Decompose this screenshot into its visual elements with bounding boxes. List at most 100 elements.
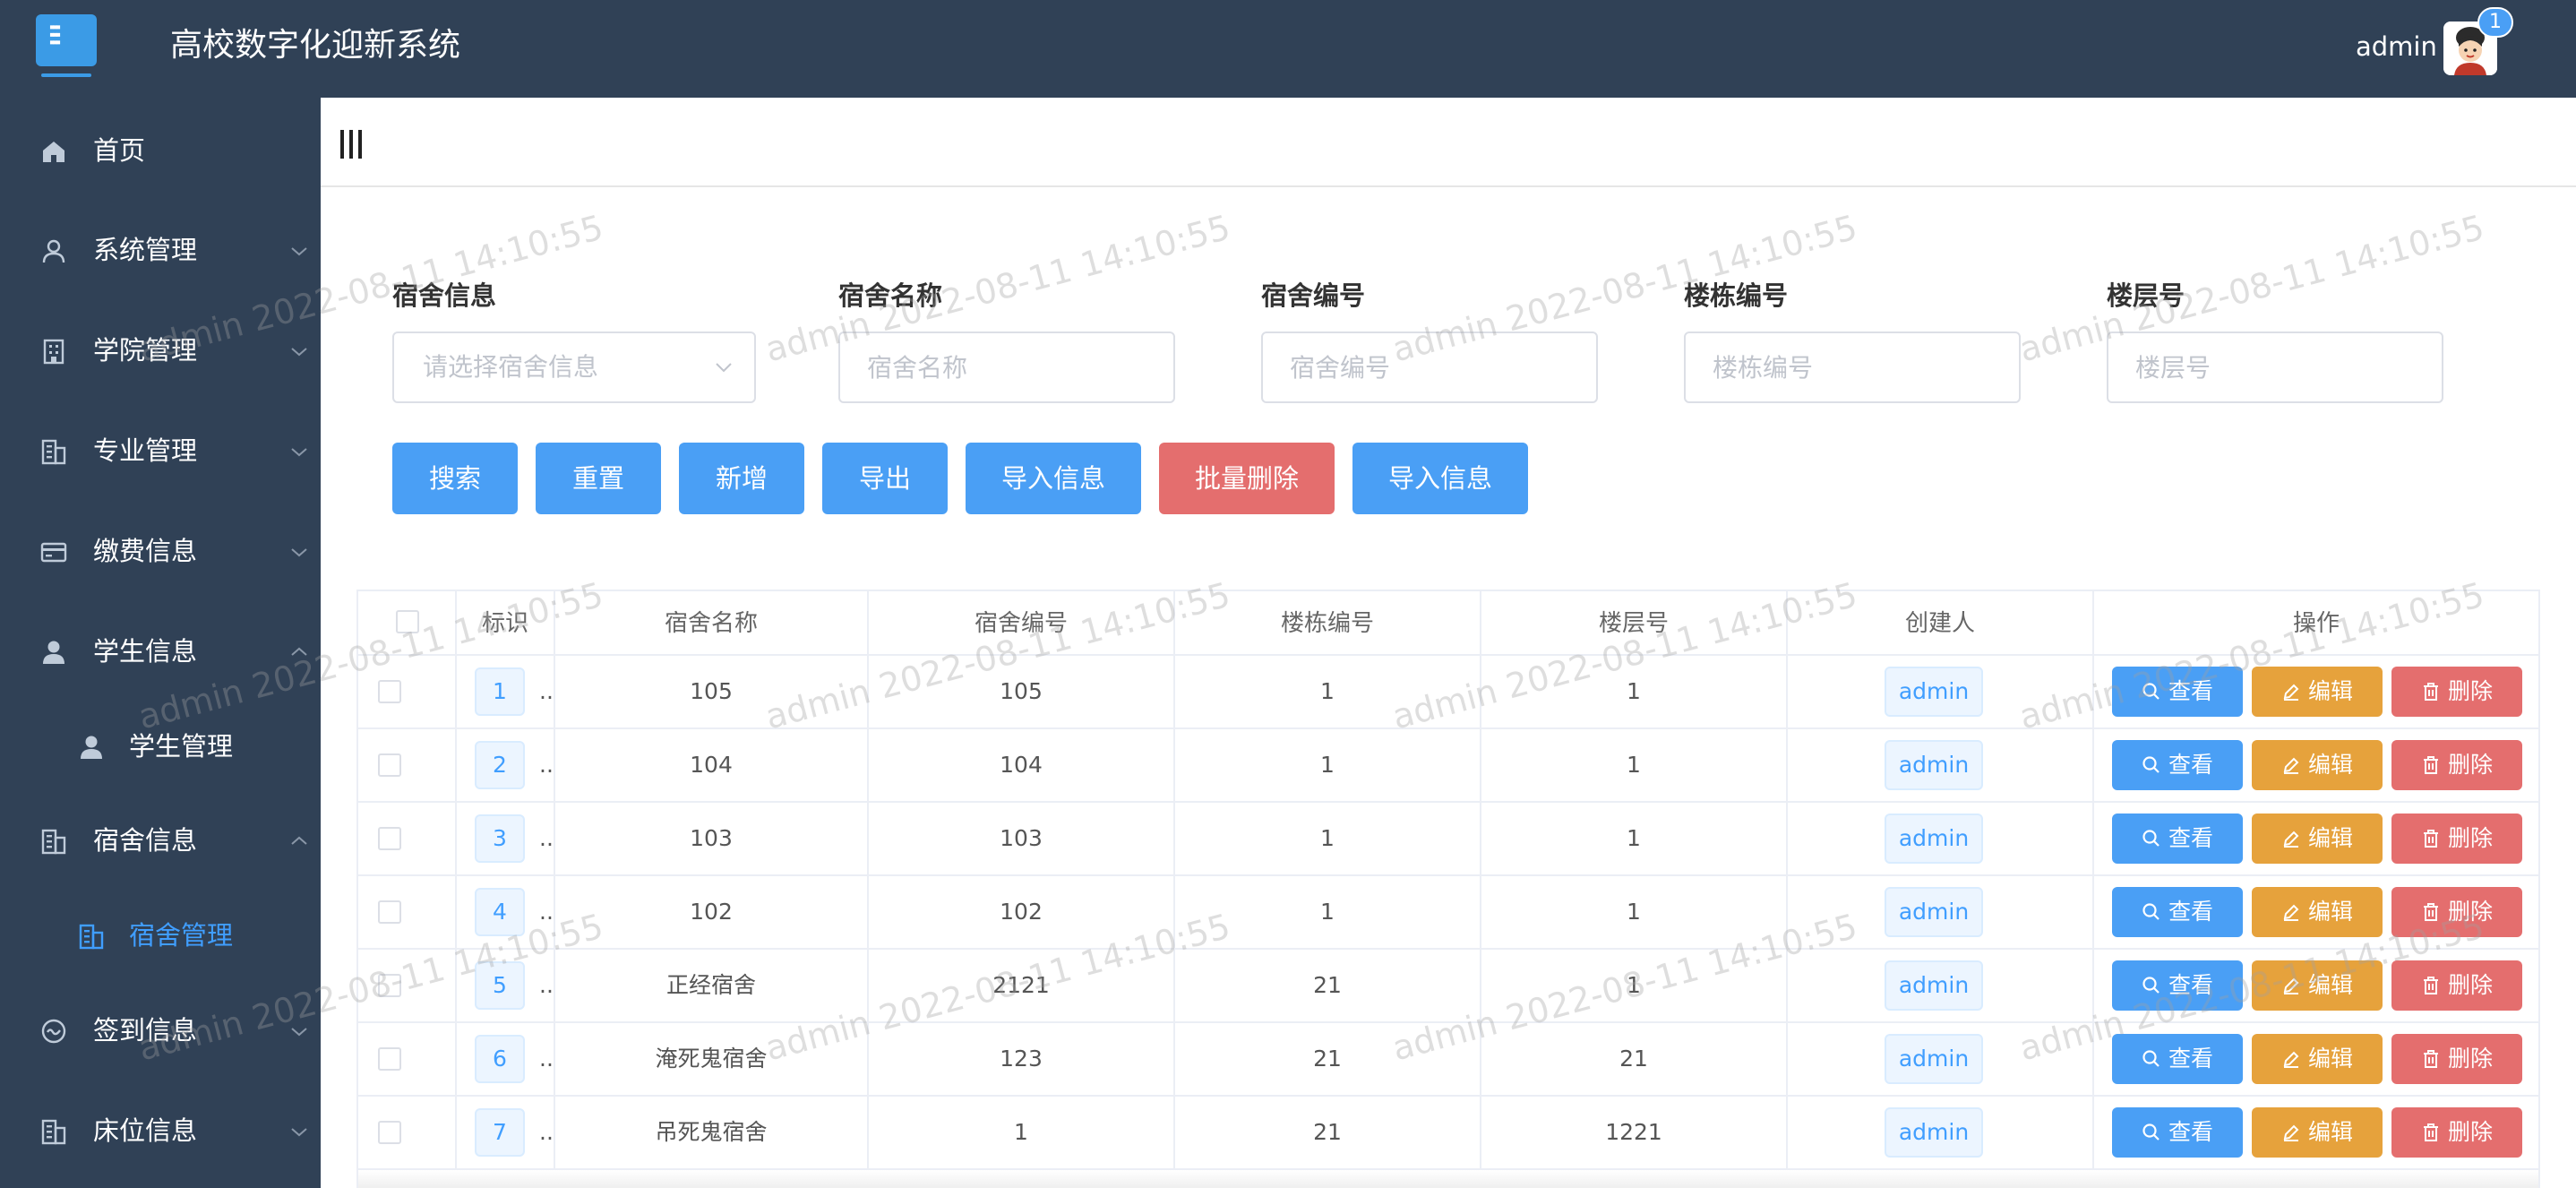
view-button[interactable]: 查看 [2112,1107,2243,1158]
building-no-cell: 21 [1175,1023,1481,1095]
edit-button[interactable]: 编辑 [2252,1034,2383,1084]
import-button[interactable]: 导入信息 [966,443,1141,514]
row-select-cell [358,803,457,874]
filter-label-dorm-info: 宿舍信息 [392,280,497,311]
actions-cell: 查看 编辑 删除 [2094,1097,2538,1168]
sidebar-item-college[interactable]: 学院管理 [0,305,321,394]
building-no-input[interactable] [1684,331,2021,403]
edit-icon [2283,977,2299,994]
dorm-name-cell: 吊死鬼宿舍 [555,1097,869,1168]
edit-button[interactable]: 编辑 [2252,1107,2383,1158]
row-checkbox[interactable] [378,1121,401,1144]
view-button[interactable]: 查看 [2112,814,2243,864]
select-all-checkbox[interactable] [396,610,419,633]
view-button[interactable]: 查看 [2112,667,2243,717]
edit-button[interactable]: 编辑 [2252,814,2383,864]
view-button[interactable]: 查看 [2112,740,2243,790]
floor-no-cell: 1 [1481,803,1788,874]
view-label: 查看 [2168,825,2213,851]
row-checkbox[interactable] [378,974,401,997]
edit-button[interactable]: 编辑 [2252,667,2383,717]
dorm-info-select[interactable]: 请选择宿舍信息 [392,331,756,403]
edit-button[interactable]: 编辑 [2252,887,2383,937]
edit-label: 编辑 [2307,752,2353,778]
edit-icon [2283,831,2299,848]
reset-button[interactable]: 重置 [536,443,661,514]
creator-tag: admin [1885,1034,1983,1084]
delete-button[interactable]: 删除 [2391,1034,2522,1084]
sidebar-item-dorm-info[interactable]: 宿舍信息 [0,795,321,884]
edit-icon [2283,1051,2299,1068]
delete-button[interactable]: 删除 [2391,814,2522,864]
menu-toggle-icon[interactable] [339,130,364,159]
import-button-2[interactable]: 导入信息 [1352,443,1528,514]
edit-button[interactable]: 编辑 [2252,740,2383,790]
delete-button[interactable]: 删除 [2391,1107,2522,1158]
sidebar-item-payment[interactable]: 缴费信息 [0,505,321,595]
delete-button[interactable]: 删除 [2391,740,2522,790]
sidebar-item-home[interactable]: 首页 [0,105,321,194]
building-no-cell: 1 [1175,729,1481,801]
user-name[interactable]: admin [2356,29,2437,65]
sidebar-item-label: 签到信息 [93,1015,198,1046]
dorm-name-input[interactable] [838,331,1175,403]
trash-icon [2423,1050,2438,1068]
id-cell: 4.. [457,876,555,948]
row-checkbox[interactable] [378,753,401,777]
floor-no-cell: 21 [1481,1023,1788,1095]
add-button[interactable]: 新增 [679,443,804,514]
edit-label: 编辑 [2307,1046,2353,1072]
delete-button[interactable]: 删除 [2391,960,2522,1011]
view-label: 查看 [2168,752,2213,778]
creator-cell: admin [1788,950,2094,1021]
delete-button[interactable]: 删除 [2391,667,2522,717]
id-ellipsis: .. [539,825,554,851]
row-checkbox[interactable] [378,900,401,924]
edit-button[interactable]: 编辑 [2252,960,2383,1011]
topbar [321,98,2576,187]
creator-tag: admin [1885,1107,1983,1158]
chevron-down-icon [288,441,310,462]
delete-button[interactable]: 删除 [2391,887,2522,937]
batch-delete-button[interactable]: 批量删除 [1159,443,1335,514]
view-button[interactable]: 查看 [2112,887,2243,937]
office-icon [39,1117,68,1146]
sidebar-item-student-manage[interactable]: 学生管理 [0,701,321,790]
chevron-down-icon [713,357,734,378]
sidebar-item-major[interactable]: 专业管理 [0,405,321,495]
actions-cell: 查看 编辑 删除 [2094,803,2538,874]
export-button[interactable]: 导出 [822,443,948,514]
sidebar-item-system[interactable]: 系统管理 [0,204,321,294]
row-checkbox[interactable] [378,680,401,703]
floor-no-input[interactable] [2107,331,2443,403]
delete-label: 删除 [2447,825,2493,851]
sidebar: 首页 系统管理 学院管理 专业管理 缴费信息 学生信息 学生管理 宿舍信息 宿舍… [0,98,321,1188]
delete-label: 删除 [2447,972,2493,998]
home-icon [39,137,68,166]
actions-cell: 查看 编辑 删除 [2094,950,2538,1021]
view-button[interactable]: 查看 [2112,1034,2243,1084]
sidebar-item-dorm-manage[interactable]: 宿舍管理 [0,890,321,979]
dorm-no-cell: 104 [869,729,1175,801]
dorm-no-input[interactable] [1261,331,1598,403]
sidebar-item-checkin[interactable]: 签到信息 [0,985,321,1074]
filter-label-floor-no: 楼层号 [2107,280,2185,311]
search-button[interactable]: 搜索 [392,443,518,514]
delete-label: 删除 [2447,752,2493,778]
trash-icon [2423,830,2438,848]
table-row: 7.. 吊死鬼宿舍 1 21 1221 admin 查看 编辑 删除 [358,1097,2538,1170]
notification-badge: 1 [2477,7,2513,38]
trash-icon [2423,977,2438,994]
sidebar-item-label: 宿舍信息 [93,825,198,856]
row-checkbox[interactable] [378,1047,401,1071]
id-tag: 2 [475,741,525,789]
dorm-name-cell: 102 [555,876,869,948]
view-button[interactable]: 查看 [2112,960,2243,1011]
view-label: 查看 [2168,1046,2213,1072]
sidebar-item-bed[interactable]: 床位信息 [0,1085,321,1175]
floor-no-cell: 1 [1481,729,1788,801]
filter-label-dorm-name: 宿舍名称 [838,280,943,311]
search-icon [2142,830,2160,847]
sidebar-item-student-info[interactable]: 学生信息 [0,606,321,695]
row-checkbox[interactable] [378,827,401,850]
